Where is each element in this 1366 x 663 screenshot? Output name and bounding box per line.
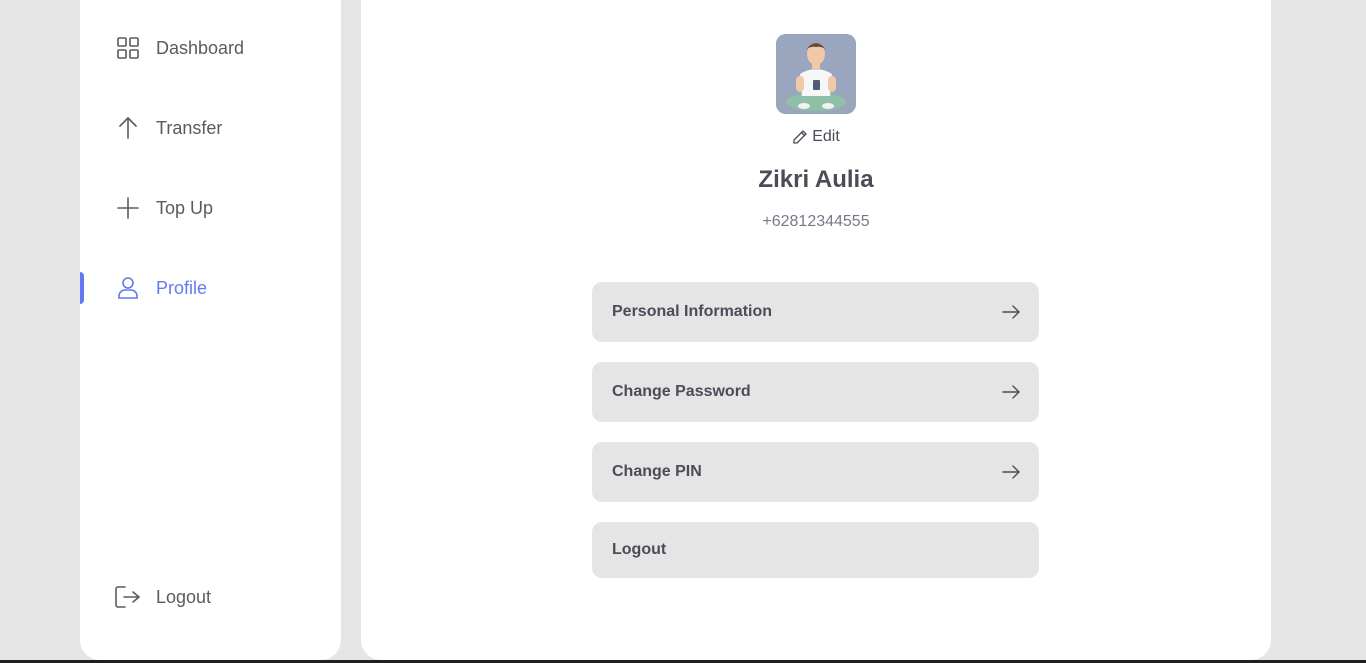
menu-button-label: Change PIN [612, 463, 702, 480]
personal-information-button[interactable]: Personal Information [592, 282, 1039, 342]
arrow-right-icon [1001, 382, 1021, 402]
pencil-icon [792, 129, 808, 145]
sidebar-item-profile[interactable]: Profile [80, 268, 341, 308]
sidebar-logout[interactable]: Logout [80, 577, 341, 617]
logout-icon [115, 584, 141, 610]
sidebar-item-label: Profile [156, 277, 208, 298]
page: Dashboard Transfer Top Up Profile Logout… [0, 0, 1366, 663]
change-pin-button[interactable]: Change PIN [592, 442, 1039, 502]
sidebar-item-transfer[interactable]: Transfer [80, 108, 341, 148]
user-icon [115, 275, 141, 301]
sidebar-item-label: Transfer [156, 117, 223, 138]
profile-phone: +62812344555 [762, 213, 870, 230]
profile-panel: Edit Zikri Aulia +62812344555 Personal I… [361, 0, 1271, 660]
arrow-right-icon [1001, 302, 1021, 322]
logout-button[interactable]: Logout [592, 522, 1039, 578]
avatar [776, 34, 856, 114]
change-password-button[interactable]: Change Password [592, 362, 1039, 422]
sidebar-item-dashboard[interactable]: Dashboard [80, 28, 341, 68]
sidebar-item-label: Top Up [156, 197, 214, 218]
menu-button-label: Logout [612, 541, 667, 558]
sidebar: Dashboard Transfer Top Up Profile Logout [80, 0, 341, 660]
plus-icon [115, 195, 141, 221]
menu-button-label: Change Password [612, 383, 751, 400]
sidebar-item-label: Dashboard [156, 37, 245, 58]
sidebar-logout-label: Logout [156, 586, 212, 607]
arrow-up-icon [115, 115, 141, 141]
edit-button[interactable]: Edit [361, 128, 1271, 146]
menu-button-label: Personal Information [612, 303, 773, 320]
active-indicator [80, 272, 84, 304]
grid-icon [115, 35, 141, 61]
profile-name: Zikri Aulia [758, 166, 874, 193]
arrow-right-icon [1001, 462, 1021, 482]
edit-label: Edit [812, 128, 840, 145]
sidebar-item-top-up[interactable]: Top Up [80, 188, 341, 228]
